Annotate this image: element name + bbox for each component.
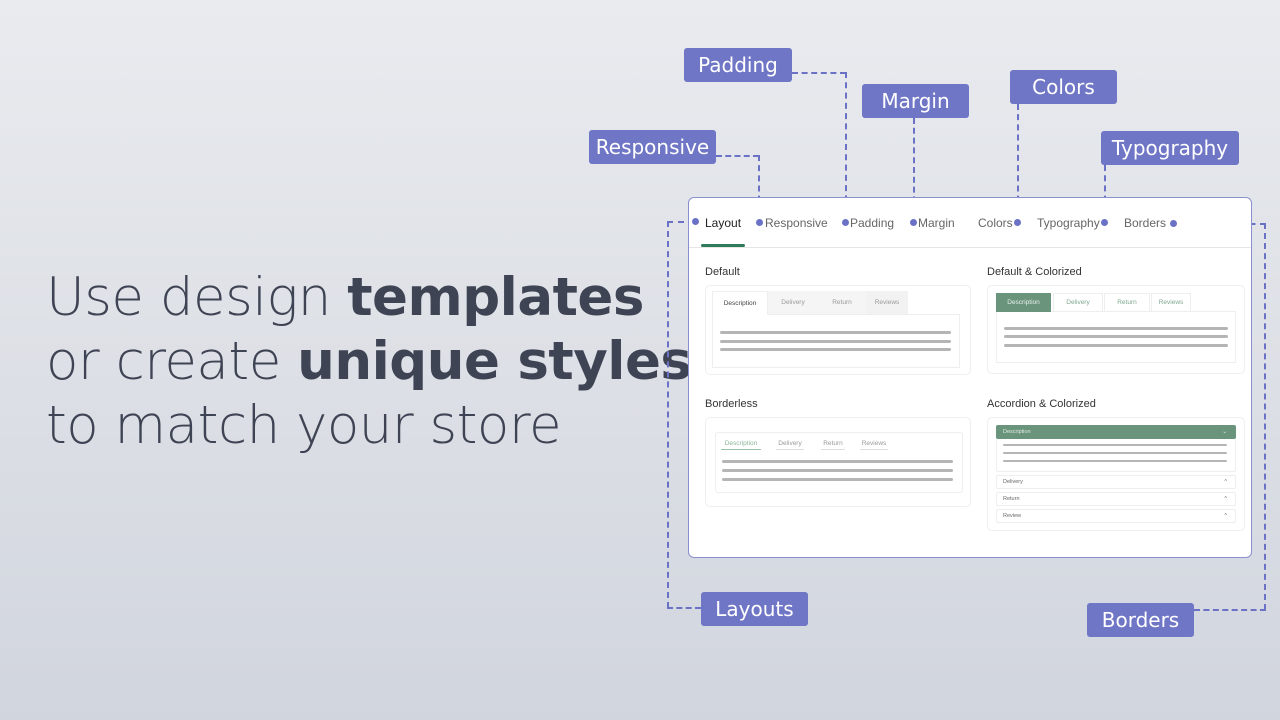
template-accordion-colorized[interactable]: Description ⌄ Delivery ^ Return ^ Review ^ [987,417,1245,531]
settings-card: Layout Responsive Padding Margin Colors … [688,197,1252,558]
mock-tab: Reviews [866,291,908,314]
template-default-colorized[interactable]: Description Delivery Return Reviews [987,285,1245,374]
mock-tab: Reviews [1151,293,1191,312]
tab-borders[interactable]: Borders [1124,216,1166,230]
callout-margin: Margin [862,84,969,118]
connector [1194,609,1266,611]
connector [667,221,669,608]
headline: Use design templates or create unique st… [46,266,692,458]
mock-tab: Return [1104,293,1150,312]
accordion-item-description: Description ⌄ [996,425,1236,439]
mock-tab: Reviews [860,438,888,450]
callout-borders: Borders [1087,603,1194,637]
callout-typography: Typography [1101,131,1239,165]
headline-text: Use design [46,267,348,328]
connector [792,72,846,74]
mock-tab: Return [818,291,866,314]
chevron-up-icon: ^ [1224,513,1227,519]
marker-dot [1170,220,1177,227]
tab-typography[interactable]: Typography [1037,216,1100,230]
mock-tab: Delivery [768,291,818,314]
tab-layout[interactable]: Layout [705,216,741,230]
mock-tab: Description [721,438,761,450]
tab-bar: Layout Responsive Padding Margin Colors … [689,198,1251,248]
section-title-default: Default [705,266,740,278]
marker-dot [692,218,699,225]
mock-tab: Delivery [776,438,804,450]
mock-tab: Description [712,291,768,315]
tab-margin[interactable]: Margin [918,216,955,230]
tab-colors[interactable]: Colors [978,216,1013,230]
marker-dot [910,219,917,226]
marker-dot [1014,219,1021,226]
tab-responsive[interactable]: Responsive [765,216,828,230]
marker-dot [1101,219,1108,226]
headline-text: to match your store [46,395,562,456]
callout-padding: Padding [684,48,792,82]
active-tab-indicator [701,244,745,247]
connector [716,155,759,157]
callout-colors: Colors [1010,70,1117,104]
chevron-up-icon: ^ [1224,496,1227,502]
headline-text: or create [46,331,298,392]
mock-tab: Description [996,293,1051,312]
section-title-borderless: Borderless [705,398,758,410]
accordion-item-delivery: Delivery ^ [996,475,1236,489]
accordion-item-return: Return ^ [996,492,1236,506]
headline-bold: templates [347,267,644,328]
mock-tab: Return [821,438,845,450]
marker-dot [756,219,763,226]
template-default[interactable]: Description Delivery Return Reviews [705,285,971,375]
template-borderless[interactable]: Description Delivery Return Reviews [705,417,971,507]
section-title-accordion-colorized: Accordion & Colorized [987,398,1096,410]
mock-tab: Delivery [1053,293,1103,312]
callout-layouts: Layouts [701,592,808,626]
section-title-default-colorized: Default & Colorized [987,266,1082,278]
marker-dot [842,219,849,226]
callout-responsive: Responsive [589,130,716,164]
tab-padding[interactable]: Padding [850,216,894,230]
headline-bold: unique styles [297,331,692,392]
accordion-item-review: Review ^ [996,509,1236,523]
connector [1264,223,1266,610]
connector [667,607,701,609]
chevron-down-icon: ⌄ [1222,429,1227,435]
chevron-up-icon: ^ [1224,479,1227,485]
